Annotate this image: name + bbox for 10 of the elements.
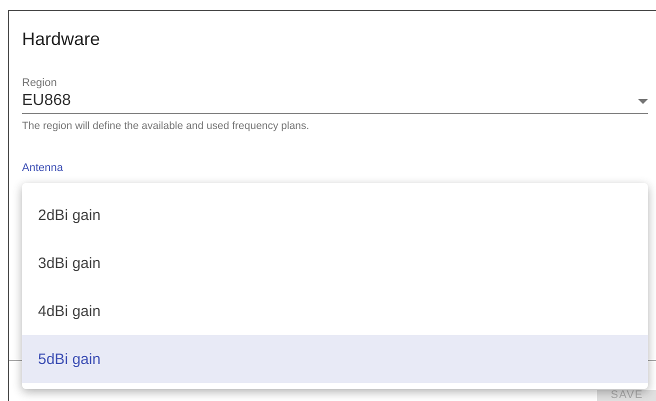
field-label: Antenna [22,162,63,174]
field-label: Region [22,77,57,89]
menu-option[interactable]: 2dBi gain [22,191,648,239]
menu-option[interactable]: 5dBi gain [22,335,648,383]
menu-option[interactable]: 3dBi gain [22,239,648,287]
card-title: Hardware [22,29,102,50]
menu-option[interactable]: 4dBi gain [22,287,648,335]
helper-text: The region will define the available and used frequency plans. [22,120,310,132]
dropdown-caret-icon [638,98,648,104]
region-select[interactable]: EU868 [22,89,648,114]
